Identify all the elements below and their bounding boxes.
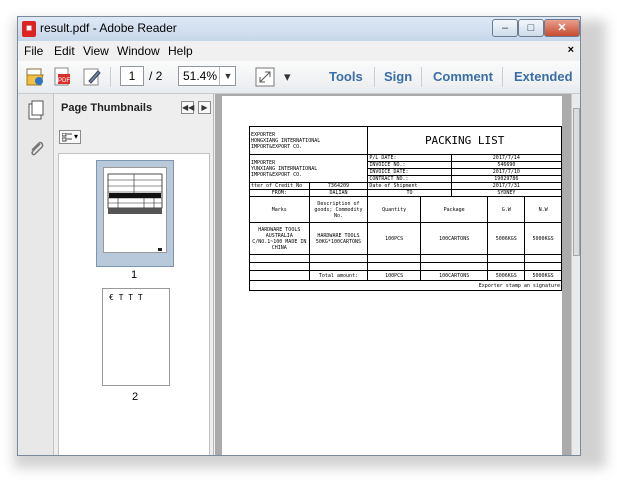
invoice-no-value: 546690 <box>450 161 563 169</box>
maximize-button[interactable]: □ <box>518 19 544 37</box>
exporter-name-2: IMPORT&EXPORT CO. <box>251 143 303 150</box>
adobe-pdf-icon: ■ <box>22 21 36 37</box>
lc-label: tter of Credit No <box>249 182 310 190</box>
thumbnail-label-2: 2 <box>132 391 139 403</box>
gw-value: 5006KGS <box>487 222 526 255</box>
description-value: HARDWARE TOOLS 50KG*100CARTONS <box>308 222 369 255</box>
toolbar-separator <box>421 67 422 87</box>
minimize-button[interactable]: – <box>492 19 518 37</box>
col-marks: Marks <box>249 196 310 223</box>
col-nw: N.W <box>524 196 562 223</box>
total-package: 100CARTONS <box>419 270 489 281</box>
importer-cell: IMPORTER YUNXIANG INTERNATIONAL IMPORT&E… <box>248 154 369 183</box>
to-label: TO <box>367 189 452 197</box>
create-pdf-icon[interactable]: PDF <box>52 66 74 88</box>
menu-view[interactable]: View <box>83 44 109 58</box>
menu-bar: File Edit View Window Help × <box>18 41 580 61</box>
vertical-scrollbar[interactable] <box>571 94 580 455</box>
window-title: result.pdf - Adobe Reader <box>40 21 177 35</box>
empty-row <box>249 262 562 271</box>
col-gw: G.W <box>487 196 526 223</box>
toolbar-more-icon[interactable]: ▾ <box>284 69 291 85</box>
total-quantity: 100PCS <box>367 270 421 281</box>
menu-file[interactable]: File <box>24 44 43 58</box>
total-label: Total amount: <box>308 270 369 281</box>
extended-button[interactable]: Extended <box>514 69 573 84</box>
toolbar-separator <box>502 67 503 87</box>
contract-no-value: 19029786 <box>450 175 563 183</box>
contract-no-label: CONTRACT NO.: <box>367 175 452 183</box>
attachment-icon[interactable] <box>27 138 45 160</box>
quantity-value: 100PCS <box>367 222 421 255</box>
from-value: DALIAN <box>308 189 369 197</box>
signature-line: Exporter stamp an signature <box>249 280 562 291</box>
menu-window[interactable]: Window <box>117 44 160 58</box>
thumbnail-table-preview <box>107 173 163 251</box>
close-document-icon[interactable]: × <box>568 44 574 56</box>
pl-date-label: P/L DATE: <box>367 154 452 162</box>
svg-text:PDF: PDF <box>58 78 70 84</box>
thumbnail-options-button[interactable]: ▾ <box>59 130 81 144</box>
exporter-cell: EXPORTER HONGXIANG INTERNATIONAL IMPORT&… <box>248 126 369 155</box>
empty-row <box>249 254 562 263</box>
panel-next-icon[interactable]: ▶ <box>198 101 211 114</box>
menu-edit[interactable]: Edit <box>54 44 75 58</box>
page-number-input[interactable]: 1 <box>120 66 144 86</box>
title-bar: ■ result.pdf - Adobe Reader – □ ✕ <box>18 17 580 41</box>
importer-name-2: IMPORT&EXPORT CO. <box>251 171 303 178</box>
pdf-page: EXPORTER HONGXIANG INTERNATIONAL IMPORT&… <box>222 96 563 455</box>
toolbar-separator <box>110 67 111 87</box>
thumbnail-page-1-image <box>103 167 167 253</box>
thumbnail-label-1: 1 <box>131 269 138 281</box>
open-file-icon[interactable] <box>24 66 46 88</box>
adobe-reader-window: ■ result.pdf - Adobe Reader – □ ✕ File E… <box>17 16 581 456</box>
comment-button[interactable]: Comment <box>433 69 493 84</box>
page-thumbnails-icon[interactable] <box>26 100 46 120</box>
thumbnail-page-2[interactable]: € Τ Τ Τ <box>102 288 170 386</box>
list-options-icon <box>62 133 72 142</box>
col-package: Package <box>419 196 489 223</box>
edit-document-icon[interactable] <box>81 66 103 88</box>
shipment-date-value: 2017/7/31 <box>450 182 563 190</box>
thumbnail-page-1[interactable] <box>96 160 174 267</box>
package-value: 100CARTONS <box>419 222 489 255</box>
panel-title: Page Thumbnails <box>61 102 153 114</box>
panel-collapse-icon[interactable]: ◀◀ <box>181 101 194 114</box>
menu-help[interactable]: Help <box>168 44 193 58</box>
scrollbar-thumb[interactable] <box>573 108 580 256</box>
invoice-date-value: 2017/7/10 <box>450 168 563 176</box>
col-quantity: Quantity <box>367 196 421 223</box>
document-view[interactable]: EXPORTER HONGXIANG INTERNATIONAL IMPORT&… <box>215 94 571 455</box>
nw-value: 5000KGS <box>524 222 562 255</box>
to-value: SYDNEY <box>450 189 563 197</box>
marks-value: HARDWARE TOOLS AUSTRALIA C/NO.1~100 MADE… <box>249 222 310 255</box>
document-heading: PACKING LIST <box>367 126 562 155</box>
fit-page-icon[interactable] <box>254 66 276 88</box>
shipment-date-label: Date of Shipment <box>367 182 452 190</box>
navigation-strip <box>18 94 54 455</box>
lc-value: 7364209 <box>308 182 369 190</box>
close-window-button[interactable]: ✕ <box>544 19 580 37</box>
zoom-dropdown-button[interactable]: ▼ <box>219 67 236 85</box>
packing-list-table: EXPORTER HONGXIANG INTERNATIONAL IMPORT&… <box>248 126 563 291</box>
total-gw: 5006KGS <box>487 270 526 281</box>
toolbar: PDF 1 / 2 51.4% ▼ ▾ Tools Sign Comment E… <box>18 61 580 94</box>
thumbnail-page-2-text: € Τ Τ Τ <box>109 293 143 302</box>
invoice-no-label: INVOICE NO.: <box>367 161 452 169</box>
total-nw: 5000KGS <box>524 270 562 281</box>
pl-date-value: 2017/7/14 <box>450 154 563 162</box>
invoice-date-label: INVOICE DATE: <box>367 168 452 176</box>
thumbnail-list: 1 € Τ Τ Τ 2 <box>58 153 210 455</box>
from-label: FROM: <box>249 189 310 197</box>
options-arrow-icon: ▾ <box>74 132 79 141</box>
toolbar-separator <box>374 67 375 87</box>
thumbnails-panel: Page Thumbnails ◀◀ ▶ ▾ 1 € Τ Τ Τ 2 <box>55 94 214 455</box>
col-description: Description of goods; Commodity No. <box>308 196 369 223</box>
sign-button[interactable]: Sign <box>384 69 412 84</box>
tools-button[interactable]: Tools <box>329 69 363 84</box>
page-total: / 2 <box>149 69 163 83</box>
